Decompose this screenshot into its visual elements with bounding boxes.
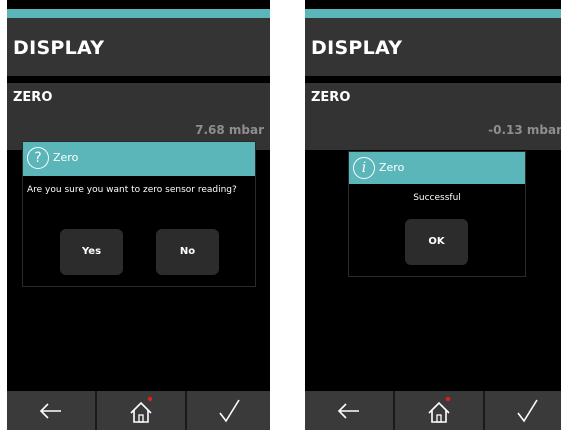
left-screen: DISPLAY ZERO 7.68 mbar ? Zero Are you su… <box>7 0 270 430</box>
footer-nav <box>7 391 270 430</box>
zero-confirm-dialog: ? Zero Are you sure you want to zero sen… <box>22 141 256 287</box>
info-icon: i <box>353 157 375 179</box>
check-icon <box>218 399 240 423</box>
sensor-reading: 7.68 mbar <box>195 123 264 137</box>
back-button[interactable] <box>7 391 95 430</box>
home-icon <box>428 396 451 423</box>
title-bar: DISPLAY <box>7 18 270 76</box>
dialog-message: Are you sure you want to zero sensor rea… <box>27 185 237 195</box>
question-icon: ? <box>27 147 49 169</box>
zero-label: ZERO <box>311 90 351 105</box>
home-button[interactable] <box>395 391 483 430</box>
back-button[interactable] <box>305 391 393 430</box>
footer-nav <box>305 391 561 430</box>
yes-button[interactable]: Yes <box>60 229 123 275</box>
back-arrow-icon <box>337 403 359 419</box>
no-button[interactable]: No <box>156 229 219 275</box>
home-icon <box>130 396 153 423</box>
home-button[interactable] <box>97 391 185 430</box>
confirm-button[interactable] <box>187 391 270 430</box>
zero-panel: ZERO -0.13 mbar <box>305 83 561 150</box>
top-accent-strip <box>305 9 561 18</box>
dialog-title: Zero <box>379 161 405 174</box>
confirm-button[interactable] <box>485 391 561 430</box>
top-accent-strip <box>7 9 270 18</box>
dialog-message: Successful <box>413 193 461 203</box>
sensor-reading: -0.13 mbar <box>488 123 561 137</box>
zero-success-dialog: i Zero Successful OK <box>348 151 526 277</box>
title-bar: DISPLAY <box>305 18 561 76</box>
dialog-title: Zero <box>53 151 79 164</box>
right-screen: DISPLAY ZERO -0.13 mbar i Zero Successfu… <box>305 0 561 430</box>
ok-button[interactable]: OK <box>405 219 468 265</box>
page-title: DISPLAY <box>311 37 403 59</box>
back-arrow-icon <box>39 403 61 419</box>
check-icon <box>516 399 538 423</box>
zero-label: ZERO <box>13 90 53 105</box>
page-title: DISPLAY <box>13 37 105 59</box>
zero-panel: ZERO 7.68 mbar <box>7 83 270 150</box>
dialog-header: i Zero <box>349 152 525 184</box>
dialog-header: ? Zero <box>23 142 255 176</box>
